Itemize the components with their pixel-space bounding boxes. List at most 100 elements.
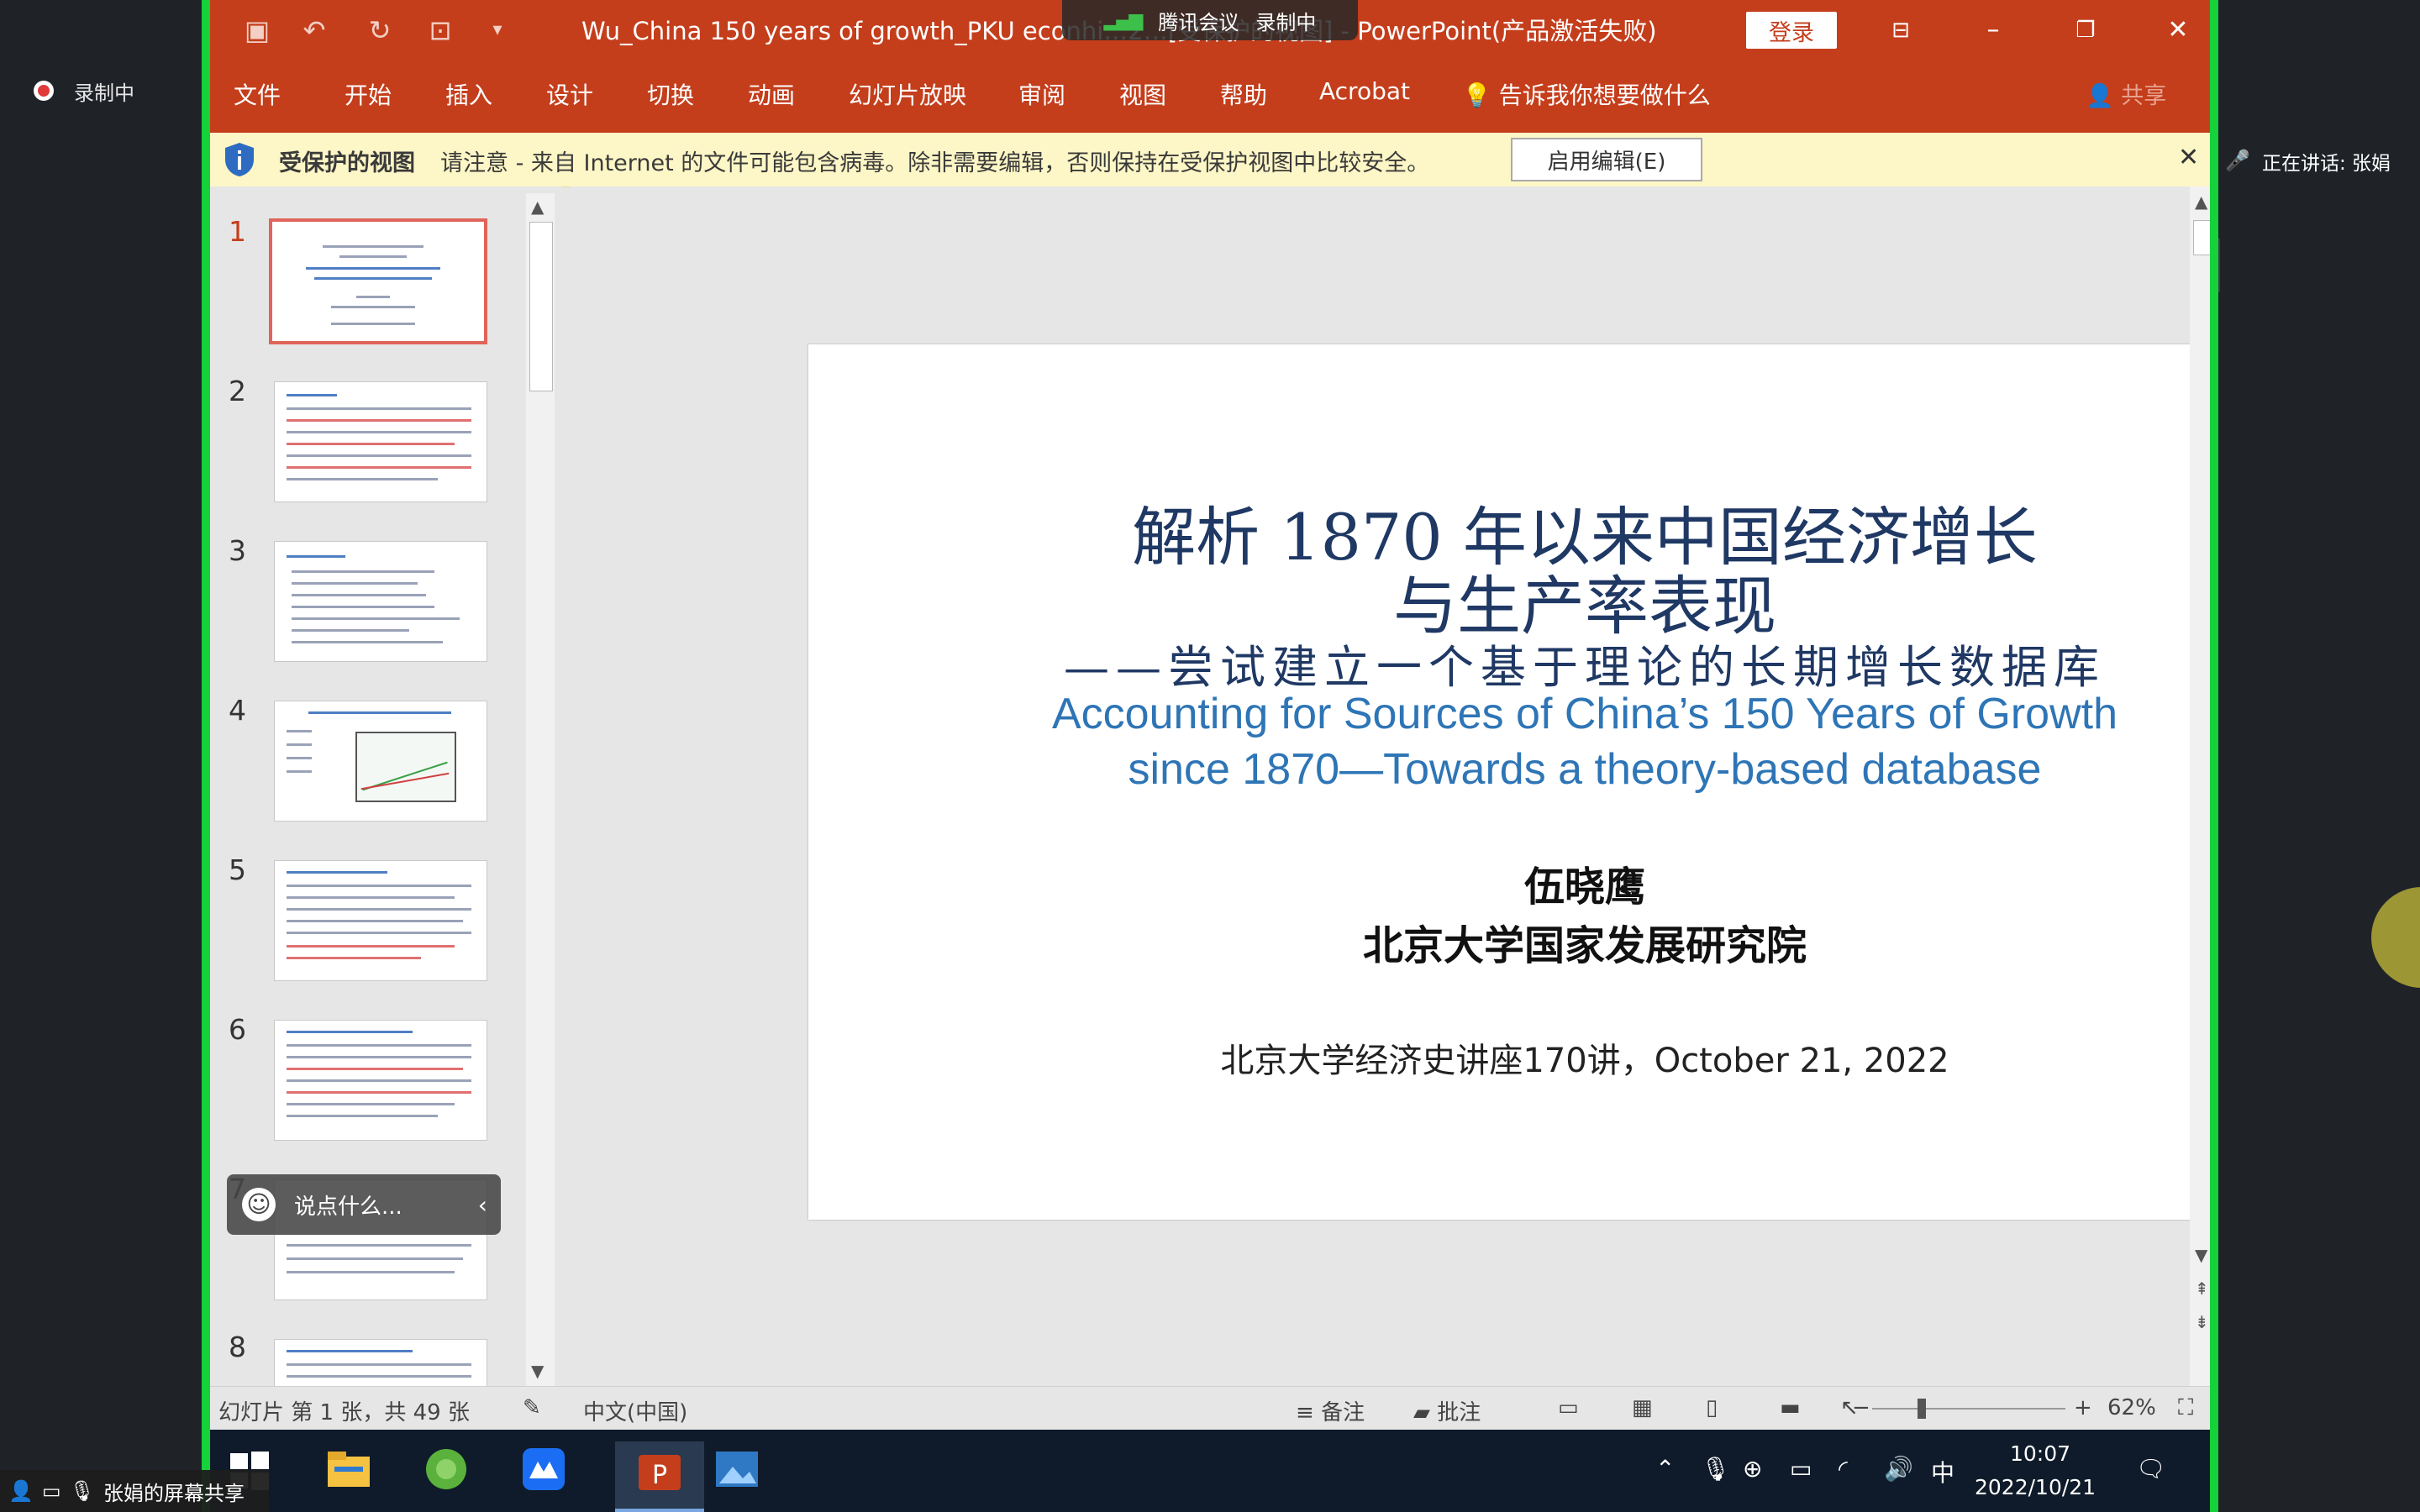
chat-placeholder: 说点什么...: [294, 1194, 402, 1220]
slide-title-en-line-1: Accounting for Sources of China’s 150 Ye…: [1051, 690, 2118, 738]
tab-view[interactable]: 视图: [1119, 77, 1166, 111]
notes-button[interactable]: ≡ 备注: [1296, 1395, 1365, 1426]
previous-slide-icon[interactable]: ⇞: [2195, 1278, 2209, 1299]
slide-thumbnail-2[interactable]: [274, 381, 487, 502]
slide-thumbnail-4[interactable]: [274, 701, 487, 822]
slide-thumbnail-5[interactable]: [274, 860, 487, 981]
slideshow-view-icon[interactable]: ▬: [1780, 1395, 1801, 1420]
zoom-out-icon[interactable]: −: [1852, 1395, 1870, 1420]
restore-icon[interactable]: ❐: [2060, 8, 2111, 52]
spelling-check-icon[interactable]: ✎: [523, 1395, 541, 1420]
scroll-down-icon[interactable]: ▼: [531, 1361, 544, 1381]
status-bar: 幻灯片 第 1 张，共 49 张 ✎ 中文(中国) ≡ 备注 ▰ 批注 ▭ ▦ …: [203, 1386, 2217, 1431]
comments-button[interactable]: ▰ 批注: [1413, 1395, 1481, 1426]
ime-indicator[interactable]: 中: [1931, 1455, 1954, 1488]
scroll-up-icon[interactable]: ▲: [2195, 192, 2207, 212]
reading-view-icon[interactable]: ▯: [1706, 1395, 1718, 1420]
enable-editing-button[interactable]: 启用编辑(E): [1511, 138, 1702, 181]
scroll-up-icon[interactable]: ▲: [531, 197, 544, 217]
svg-text:P: P: [652, 1461, 667, 1490]
normal-view-icon[interactable]: ▭: [1558, 1395, 1579, 1420]
emoji-icon[interactable]: ☺: [242, 1188, 276, 1221]
zoom-in-icon[interactable]: +: [2074, 1395, 2092, 1420]
tab-slideshow[interactable]: 幻灯片放映: [849, 77, 966, 111]
tab-acrobat[interactable]: Acrobat: [1319, 77, 1410, 105]
zoom-level[interactable]: 62%: [2107, 1395, 2156, 1420]
undo-icon[interactable]: ↶: [297, 13, 331, 47]
photos-icon[interactable]: [714, 1446, 760, 1492]
login-button[interactable]: 登录: [1746, 12, 1837, 49]
thumbnail-scroll-thumb[interactable]: [529, 222, 553, 391]
zoom-slider-knob[interactable]: [1918, 1399, 1926, 1419]
tell-me-search[interactable]: 💡 告诉我你想要做什么: [1462, 77, 1711, 111]
save-icon[interactable]: ▣: [240, 13, 274, 47]
tab-design[interactable]: 设计: [546, 77, 593, 111]
slide-event: 北京大学经济史讲座170讲，October 21, 2022: [1220, 1042, 1949, 1080]
volume-icon[interactable]: 🔊: [1884, 1455, 1913, 1483]
microphone-icon: 🎙: [69, 1479, 96, 1503]
language-indicator[interactable]: 中文(中国): [583, 1395, 687, 1426]
slide-thumbnail-1[interactable]: [269, 218, 487, 344]
thumbnail-number: 1: [229, 215, 246, 248]
tell-me-label: 告诉我你想要做什么: [1498, 81, 1711, 109]
recording-badge: 录制中: [1255, 10, 1317, 34]
file-explorer-icon[interactable]: [326, 1446, 371, 1492]
chat-input-bubble[interactable]: ☺ 说点什么... ‹: [227, 1174, 501, 1235]
start-slideshow-icon[interactable]: ⊡: [424, 13, 457, 47]
powerpoint-taskbar-icon[interactable]: P: [615, 1441, 704, 1512]
next-slide-icon[interactable]: ⇟: [2195, 1312, 2209, 1332]
tray-expand-icon[interactable]: ⌃: [1655, 1455, 1675, 1483]
meeting-status-pill[interactable]: ▂▄▆ 腾讯会议 录制中: [1062, 0, 1358, 40]
close-icon[interactable]: ✕: [2153, 8, 2203, 52]
tray-app-icon[interactable]: ⊕: [1743, 1455, 1762, 1483]
slide-thumbnail-3[interactable]: [274, 541, 487, 662]
record-icon: [34, 81, 54, 101]
slide-thumbnail-6[interactable]: [274, 1020, 487, 1141]
notes-label: 备注: [1321, 1400, 1365, 1425]
signal-icon: ▂▄▆: [1103, 9, 1144, 31]
browser-icon[interactable]: [424, 1446, 469, 1492]
fit-to-window-icon[interactable]: ⛶: [2178, 1395, 2193, 1421]
protected-view-message: 请注意 - 来自 Internet 的文件可能包含病毒。除非需要编辑，否则保持在…: [440, 150, 1430, 176]
recording-status-label: 录制中: [74, 81, 134, 105]
chevron-left-icon[interactable]: ‹: [478, 1191, 487, 1219]
share-button[interactable]: 👤 共享: [2086, 77, 2166, 110]
thumbnail-number: 4: [229, 694, 246, 727]
tab-review[interactable]: 审阅: [1018, 77, 1065, 111]
scroll-down-icon[interactable]: ▼: [2195, 1245, 2207, 1265]
monitor-icon: ▭: [41, 1479, 61, 1503]
wifi-icon[interactable]: ◜: [1839, 1455, 1848, 1483]
thumbnail-number: 8: [229, 1331, 246, 1363]
floating-assistant-ball[interactable]: [2371, 887, 2420, 988]
tab-transitions[interactable]: 切换: [647, 77, 694, 111]
shared-screen: ▣ ↶ ↻ ⊡ ▾ Wu_China 150 years of growth_P…: [203, 0, 2217, 1512]
thumbnail-number: 5: [229, 853, 246, 886]
minimize-icon[interactable]: –: [1968, 8, 2018, 52]
tab-insert[interactable]: 插入: [445, 77, 492, 111]
notification-icon[interactable]: 🗨: [2136, 1455, 2166, 1483]
screen-share-label[interactable]: 👤 ▭ 🎙 张娟的屏幕共享: [0, 1470, 269, 1512]
tab-home[interactable]: 开始: [345, 77, 392, 111]
slide-institution: 北京大学国家发展研究院: [1362, 922, 1807, 969]
current-slide[interactable]: 解析 1870 年以来中国经济增长 与生产率表现 ——尝试建立一个基于理论的长期…: [808, 344, 2217, 1220]
comments-label: 批注: [1437, 1400, 1481, 1425]
clock-time[interactable]: 10:07: [2010, 1441, 2070, 1466]
recording-indicator[interactable]: 录制中: [34, 74, 134, 108]
comment-icon: ▰: [1413, 1400, 1430, 1425]
speaking-label: 正在讲话: 张娟: [2262, 153, 2391, 175]
microphone-icon[interactable]: 🎙: [1701, 1455, 1731, 1483]
slide-thumbnail-8[interactable]: [274, 1339, 487, 1388]
tencent-meeting-icon[interactable]: [521, 1446, 566, 1492]
tab-file[interactable]: 文件: [234, 77, 281, 111]
ribbon-display-options-icon[interactable]: ⊟: [1876, 8, 1926, 52]
customize-toolbar-icon[interactable]: ▾: [481, 13, 514, 47]
tab-help[interactable]: 帮助: [1220, 77, 1267, 111]
thumbnail-scrollbar[interactable]: ▲ ▼: [526, 193, 555, 1386]
tab-animations[interactable]: 动画: [748, 77, 795, 111]
slide-sorter-icon[interactable]: ▦: [1632, 1395, 1653, 1420]
zoom-slider[interactable]: [1872, 1408, 2065, 1410]
close-protected-bar-icon[interactable]: ✕: [2178, 143, 2199, 172]
redo-icon[interactable]: ↻: [363, 13, 397, 47]
clock-date[interactable]: 2022/10/21: [1975, 1475, 2096, 1499]
battery-icon[interactable]: ▭: [1790, 1455, 1812, 1483]
